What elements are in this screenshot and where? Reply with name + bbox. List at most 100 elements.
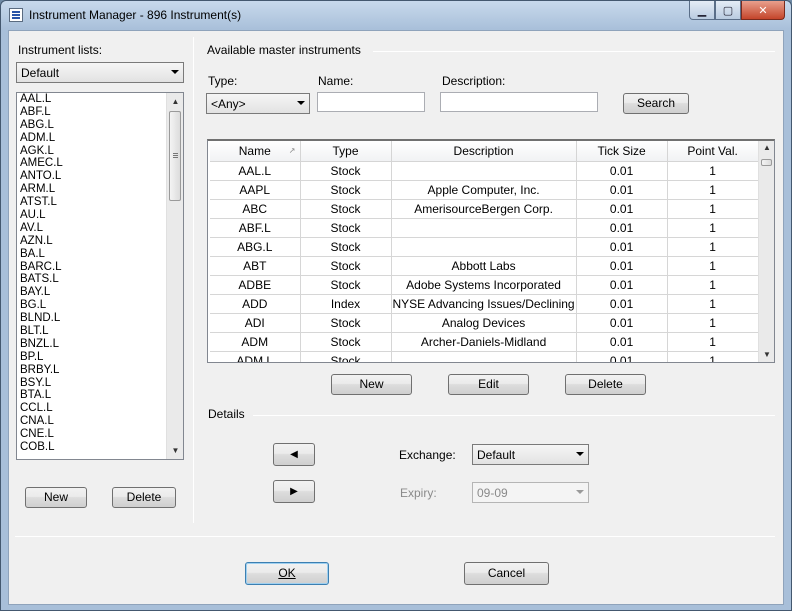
footer-divider	[15, 536, 775, 537]
list-item[interactable]: COB.L	[17, 441, 183, 454]
column-header[interactable]: Name ↗	[210, 141, 301, 162]
table-row[interactable]: ABF.L Stock 0.01 1	[210, 218, 759, 238]
master-edit-button[interactable]: Edit	[448, 374, 529, 395]
list-item[interactable]: BNZL.L	[17, 338, 183, 351]
table-row[interactable]: AAPL Stock Apple Computer, Inc. 0.01 1	[210, 180, 759, 200]
list-item[interactable]: CNA.L	[17, 415, 183, 428]
list-item[interactable]: BSY.L	[17, 377, 183, 390]
list-item[interactable]: BA.L	[17, 248, 183, 261]
close-icon[interactable]: ✕	[741, 1, 785, 20]
name-input[interactable]	[317, 92, 425, 112]
list-item[interactable]: BAY.L	[17, 286, 183, 299]
table-cell: 1	[667, 256, 759, 276]
list-item[interactable]: BLND.L	[17, 312, 183, 325]
exchange-select[interactable]: Default	[472, 444, 589, 465]
table-row[interactable]: ADD Index NYSE Advancing Issues/Declining 0…	[210, 294, 759, 314]
table-header-row: Name ↗ Type Description Tick Size Point Val.	[210, 141, 759, 162]
list-item[interactable]: BG.L	[17, 299, 183, 312]
window-title: Instrument Manager - 896 Instrument(s)	[29, 8, 242, 22]
table-row[interactable]: ABG.L Stock 0.01 1	[210, 237, 759, 257]
table-cell: 0.01	[576, 199, 668, 219]
expiry-label: Expiry:	[400, 486, 437, 500]
chevron-down-icon	[171, 70, 179, 74]
table-row[interactable]: ABC Stock AmerisourceBergen Corp. 0.01 1	[210, 199, 759, 219]
list-item[interactable]: ABG.L	[17, 119, 183, 132]
table-cell: Stock	[300, 161, 392, 181]
list-item[interactable]: AV.L	[17, 222, 183, 235]
list-item[interactable]: BP.L	[17, 351, 183, 364]
list-item[interactable]: BLT.L	[17, 325, 183, 338]
table-row[interactable]: AAL.L Stock 0.01 1	[210, 161, 759, 181]
table-cell: NYSE Advancing Issues/Declining	[391, 294, 577, 314]
list-item[interactable]: AZN.L	[17, 235, 183, 248]
table-cell: ABG.L	[210, 237, 301, 257]
scroll-up-icon[interactable]: ▲	[759, 141, 774, 155]
table-cell: ADM.L	[210, 351, 301, 362]
column-header[interactable]: Point Val.	[667, 141, 759, 162]
title-bar[interactable]: Instrument Manager - 896 Instrument(s) ▁…	[1, 1, 791, 29]
minimize-icon[interactable]: ▁	[689, 1, 715, 20]
maximize-icon[interactable]: ▢	[715, 1, 741, 20]
scroll-thumb[interactable]	[761, 159, 772, 166]
dialog-client-area: Instrument lists: Default AAL.L ABF.L ABG.…	[8, 30, 784, 605]
list-item[interactable]: CCL.L	[17, 402, 183, 415]
table-cell: 1	[667, 294, 759, 314]
previous-button[interactable]: ◀	[273, 443, 315, 466]
list-item[interactable]: ATST.L	[17, 196, 183, 209]
list-item[interactable]: ADM.L	[17, 132, 183, 145]
grid-scrollbar[interactable]: ▲ ▼	[758, 141, 774, 362]
table-cell: Stock	[300, 275, 392, 295]
next-button[interactable]: ▶	[273, 480, 315, 503]
list-item[interactable]: BRBY.L	[17, 364, 183, 377]
list-item[interactable]: BATS.L	[17, 273, 183, 286]
list-item[interactable]: AGK.L	[17, 145, 183, 158]
scroll-down-icon[interactable]: ▼	[167, 442, 183, 459]
exchange-label: Exchange:	[399, 448, 456, 462]
column-header-label: Type	[332, 143, 359, 158]
table-row[interactable]: ADM.L Stock 0.01 1	[210, 351, 759, 362]
table-cell: 1	[667, 351, 759, 362]
ok-button[interactable]: OK	[245, 562, 329, 585]
description-input[interactable]	[440, 92, 598, 112]
column-header[interactable]: Description	[391, 141, 577, 162]
instrument-listbox[interactable]: AAL.L ABF.L ABG.L ADM.L AGK.L AMEC.L ANTO.L ARM…	[16, 92, 184, 460]
arrow-right-icon: ▶	[290, 486, 298, 497]
scroll-thumb[interactable]	[169, 111, 181, 201]
list-item[interactable]: ARM.L	[17, 183, 183, 196]
panel-divider	[193, 37, 194, 523]
table-row[interactable]: ADM Stock Archer-Daniels-Midland 0.01 1	[210, 332, 759, 352]
column-header[interactable]: Type	[300, 141, 392, 162]
list-item[interactable]: BARC.L	[17, 261, 183, 274]
section-divider	[253, 415, 775, 416]
master-instruments-grid[interactable]: Name ↗ Type Description Tick Size Point Val. …	[207, 139, 775, 363]
instrument-list-select[interactable]: Default	[16, 62, 184, 83]
list-item[interactable]: CNE.L	[17, 428, 183, 441]
table-cell: Abbott Labs	[391, 256, 577, 276]
master-new-button[interactable]: New	[331, 374, 412, 395]
table-cell: ADD	[210, 294, 301, 314]
arrow-left-icon: ◀	[290, 449, 298, 460]
cancel-button[interactable]: Cancel	[464, 562, 549, 585]
scroll-down-icon[interactable]: ▼	[759, 348, 774, 362]
table-cell: Archer-Daniels-Midland	[391, 332, 577, 352]
chevron-down-icon	[576, 490, 584, 494]
list-item[interactable]: ANTO.L	[17, 170, 183, 183]
list-item[interactable]: ABF.L	[17, 106, 183, 119]
table-row[interactable]: ADI Stock Analog Devices 0.01 1	[210, 313, 759, 333]
grip-line	[173, 157, 178, 158]
list-item[interactable]: AMEC.L	[17, 157, 183, 170]
column-header[interactable]: Tick Size	[576, 141, 668, 162]
instrument-list-scrollbar[interactable]: ▲ ▼	[166, 93, 183, 459]
list-item[interactable]: AAL.L	[17, 93, 183, 106]
search-button[interactable]: Search	[623, 93, 689, 114]
list-item[interactable]: BTA.L	[17, 389, 183, 402]
list-item[interactable]: AU.L	[17, 209, 183, 222]
list-delete-button[interactable]: Delete	[112, 487, 176, 508]
list-new-button[interactable]: New	[25, 487, 87, 508]
master-delete-button[interactable]: Delete	[565, 374, 646, 395]
table-row[interactable]: ABT Stock Abbott Labs 0.01 1	[210, 256, 759, 276]
table-row[interactable]: ADBE Stock Adobe Systems Incorporated 0.01 1	[210, 275, 759, 295]
instruments-table: Name ↗ Type Description Tick Size Point Val. …	[210, 141, 759, 362]
type-select[interactable]: <Any>	[206, 93, 310, 114]
scroll-up-icon[interactable]: ▲	[167, 93, 183, 110]
